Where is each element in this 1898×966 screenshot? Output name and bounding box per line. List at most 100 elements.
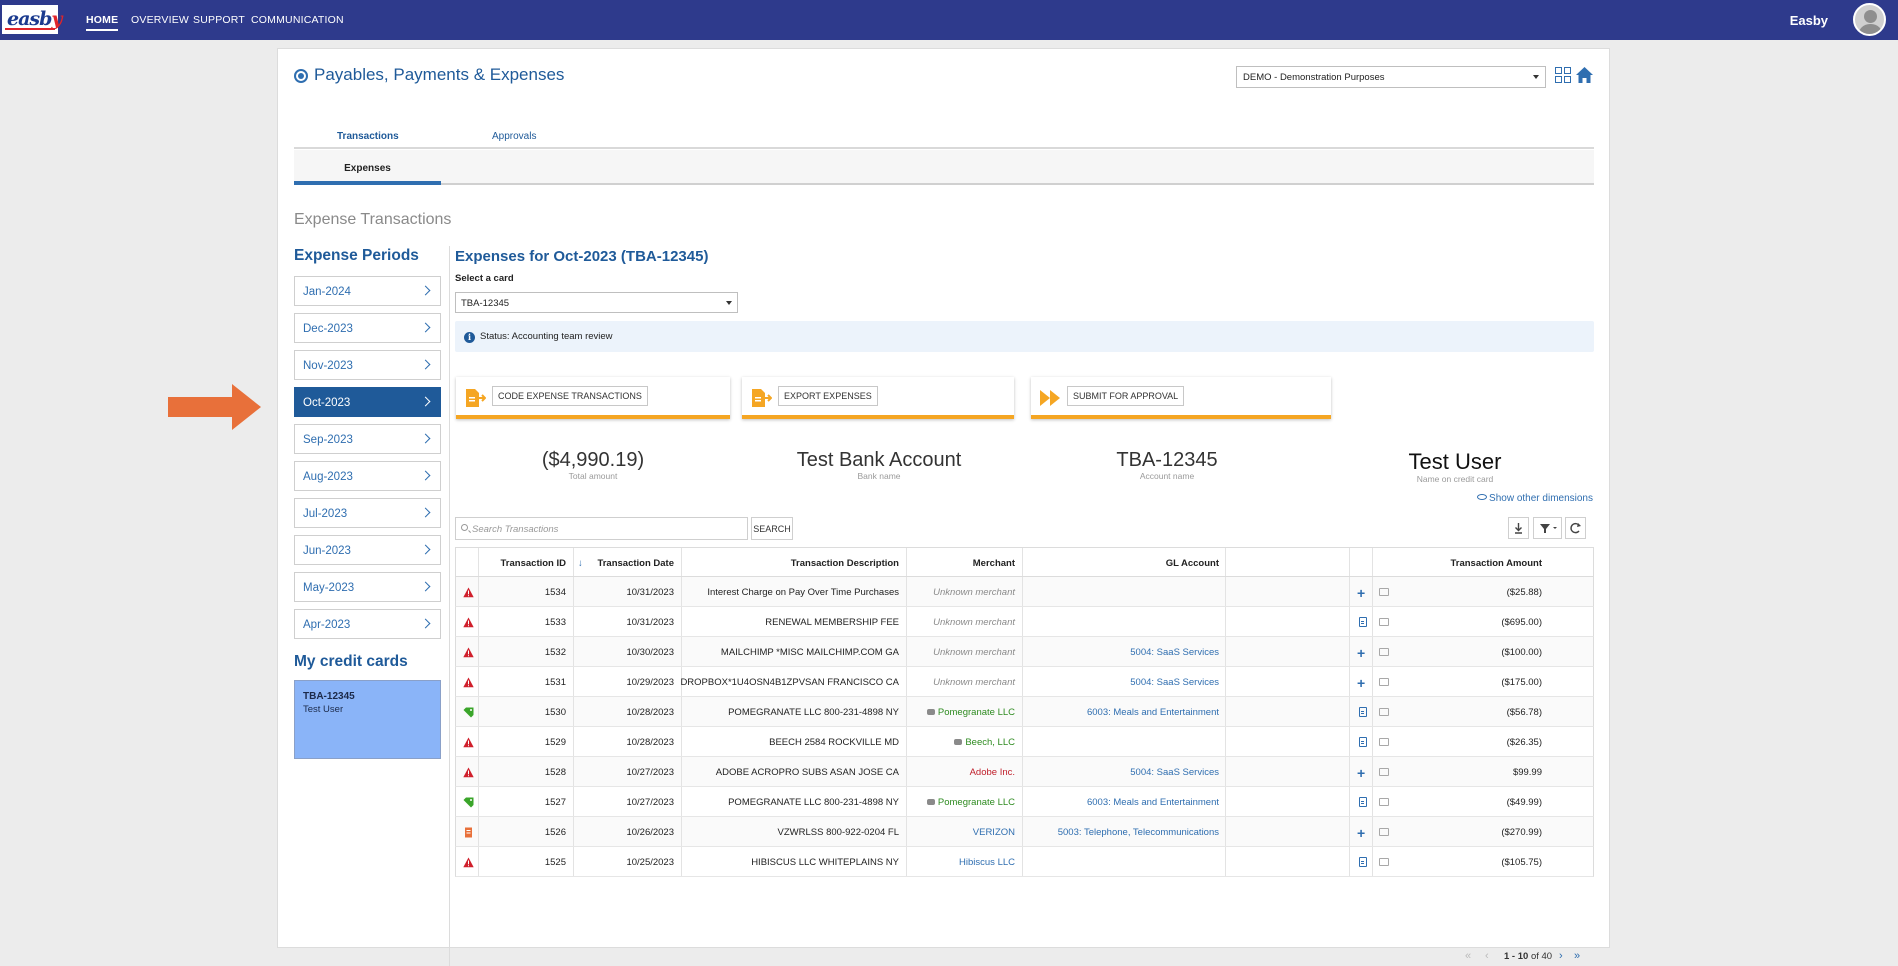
gl-account[interactable]: 5004: SaaS Services: [1130, 767, 1219, 778]
merchant[interactable]: Adobe Inc.: [970, 767, 1015, 778]
table-row[interactable]: 1529 10/28/2023 BEECH 2584 ROCKVILLE MD Bee…: [455, 727, 1594, 757]
comment-icon[interactable]: [1379, 648, 1389, 656]
add-icon[interactable]: +: [1357, 675, 1365, 691]
period-oct-2023[interactable]: Oct-2023: [294, 387, 441, 417]
merchant[interactable]: Hibiscus LLC: [959, 857, 1015, 868]
merchant: Unknown merchant: [933, 617, 1015, 628]
table-row[interactable]: 1527 10/27/2023 POMEGRANATE LLC 800-231-48…: [455, 787, 1594, 817]
user-name[interactable]: Easby: [1790, 13, 1828, 28]
add-icon[interactable]: +: [1357, 765, 1365, 781]
document-icon[interactable]: [1359, 737, 1367, 747]
gl-account[interactable]: 6003: Meals and Entertainment: [1087, 707, 1219, 718]
add-icon[interactable]: +: [1357, 585, 1365, 601]
tab-approvals[interactable]: Approvals: [492, 131, 536, 142]
period-nov-2023[interactable]: Nov-2023: [294, 350, 441, 380]
merchant[interactable]: Pomegranate LLC: [926, 797, 1015, 808]
card-select[interactable]: TBA-12345: [455, 292, 738, 313]
card-holder: Test User: [303, 704, 344, 715]
table-row[interactable]: 1532 10/30/2023 MAILCHIMP *MISC MAILCHIMP.…: [455, 637, 1594, 667]
period-may-2023[interactable]: May-2023: [294, 572, 441, 602]
filter-button[interactable]: [1533, 517, 1562, 539]
search-transactions-input[interactable]: Search Transactions: [455, 517, 748, 540]
comment-icon[interactable]: [1379, 678, 1389, 686]
nav-overview[interactable]: OVERVIEW: [131, 14, 189, 26]
table-row[interactable]: 1528 10/27/2023 ADOBE ACROPRO SUBS ASAN JO…: [455, 757, 1594, 787]
comment-icon[interactable]: [1379, 798, 1389, 806]
transaction-amount: ($56.78): [1506, 707, 1542, 718]
next-page-icon[interactable]: ›: [1559, 950, 1563, 962]
home-icon[interactable]: [1575, 66, 1594, 84]
table-row[interactable]: 1534 10/31/2023 Interest Charge on Pay Ove…: [455, 577, 1594, 607]
merchant[interactable]: Beech, LLC: [954, 737, 1015, 748]
sort-desc-icon[interactable]: ↓: [578, 558, 583, 569]
add-icon[interactable]: +: [1357, 825, 1365, 841]
show-other-dimensions-link[interactable]: Show other dimensions: [1477, 493, 1593, 504]
grid-view-icon[interactable]: [1555, 67, 1572, 84]
credit-card-item[interactable]: TBA-12345 Test User: [294, 680, 441, 759]
col-transaction-id[interactable]: Transaction ID: [501, 558, 566, 569]
comment-icon[interactable]: [1379, 858, 1389, 866]
gl-account[interactable]: 5003: Telephone, Telecommunications: [1058, 827, 1219, 838]
merchant[interactable]: VERIZON: [973, 827, 1015, 838]
table-row[interactable]: 1530 10/28/2023 POMEGRANATE LLC 800-231-48…: [455, 697, 1594, 727]
document-icon[interactable]: [1359, 707, 1367, 717]
period-aug-2023[interactable]: Aug-2023: [294, 461, 441, 491]
add-icon[interactable]: +: [1357, 645, 1365, 661]
table-row[interactable]: 1526 10/26/2023 VZWRLSS 800-922-0204 FL VER…: [455, 817, 1594, 847]
table-row[interactable]: 1531 10/29/2023 DROPBOX*1U4OSN4B1ZPVSAN FR…: [455, 667, 1594, 697]
document-icon[interactable]: [1359, 617, 1367, 627]
comment-icon[interactable]: [1379, 708, 1389, 716]
col-merchant[interactable]: Merchant: [973, 558, 1015, 569]
metric-bank-name: Test Bank Account Bank name: [796, 449, 962, 481]
submit-for-approval-button[interactable]: SUBMIT FOR APPROVAL: [1067, 386, 1185, 406]
gl-account[interactable]: 6003: Meals and Entertainment: [1087, 797, 1219, 808]
comment-icon[interactable]: [1379, 738, 1389, 746]
table-row[interactable]: 1533 10/31/2023 RENEWAL MEMBERSHIP FEE Unkn…: [455, 607, 1594, 637]
period-jun-2023[interactable]: Jun-2023: [294, 535, 441, 565]
document-icon[interactable]: [1359, 857, 1367, 867]
comment-icon[interactable]: [1379, 828, 1389, 836]
search-button[interactable]: SEARCH: [751, 517, 793, 540]
comment-icon[interactable]: [1379, 618, 1389, 626]
period-sep-2023[interactable]: Sep-2023: [294, 424, 441, 454]
last-page-icon[interactable]: »: [1574, 950, 1580, 962]
refresh-button[interactable]: [1565, 517, 1586, 539]
col-transaction-date[interactable]: Transaction Date: [597, 558, 674, 569]
period-apr-2023[interactable]: Apr-2023: [294, 609, 441, 639]
table-row[interactable]: 1525 10/25/2023 HIBISCUS LLC WHITEPLAINS N…: [455, 847, 1594, 877]
transaction-date: 10/30/2023: [626, 647, 674, 658]
document-icon[interactable]: [1359, 797, 1367, 807]
export-expenses-button[interactable]: EXPORT EXPENSES: [778, 386, 878, 406]
status-text: Status: Accounting team review: [480, 331, 613, 342]
target-icon: [294, 69, 308, 83]
submit-approval-card: SUBMIT FOR APPROVAL: [1031, 377, 1331, 419]
subtab-expenses[interactable]: Expenses: [294, 150, 441, 185]
user-avatar[interactable]: [1853, 3, 1886, 36]
merchant[interactable]: Pomegranate LLC: [926, 707, 1015, 718]
company-select[interactable]: DEMO - Demonstration Purposes: [1236, 66, 1546, 88]
gl-account[interactable]: 5004: SaaS Services: [1130, 677, 1219, 688]
gl-account[interactable]: 5004: SaaS Services: [1130, 647, 1219, 658]
comment-icon[interactable]: [1379, 768, 1389, 776]
nav-support[interactable]: SUPPORT: [193, 14, 245, 26]
comment-icon[interactable]: [1379, 588, 1389, 596]
period-jan-2024[interactable]: Jan-2024: [294, 276, 441, 306]
transaction-date: 10/27/2023: [626, 767, 674, 778]
col-transaction-description[interactable]: Transaction Description: [791, 558, 899, 569]
transaction-amount: ($26.35): [1506, 737, 1542, 748]
download-button[interactable]: [1508, 517, 1529, 539]
first-page-icon[interactable]: «: [1465, 950, 1471, 962]
period-dec-2023[interactable]: Dec-2023: [294, 313, 441, 343]
transaction-amount: ($100.00): [1501, 647, 1542, 658]
nav-communication[interactable]: COMMUNICATION: [251, 14, 344, 26]
code-expense-transactions-button[interactable]: CODE EXPENSE TRANSACTIONS: [492, 386, 648, 406]
easby-logo[interactable]: easby: [2, 5, 62, 34]
tab-transactions[interactable]: Transactions: [337, 131, 399, 142]
prev-page-icon[interactable]: ‹: [1485, 950, 1489, 962]
col-gl-account[interactable]: GL Account: [1166, 558, 1219, 569]
nav-home[interactable]: HOME: [86, 14, 119, 31]
period-jul-2023[interactable]: Jul-2023: [294, 498, 441, 528]
chevron-right-icon: [420, 507, 431, 518]
transaction-id: 1529: [544, 737, 566, 748]
col-transaction-amount[interactable]: Transaction Amount: [1451, 558, 1543, 569]
